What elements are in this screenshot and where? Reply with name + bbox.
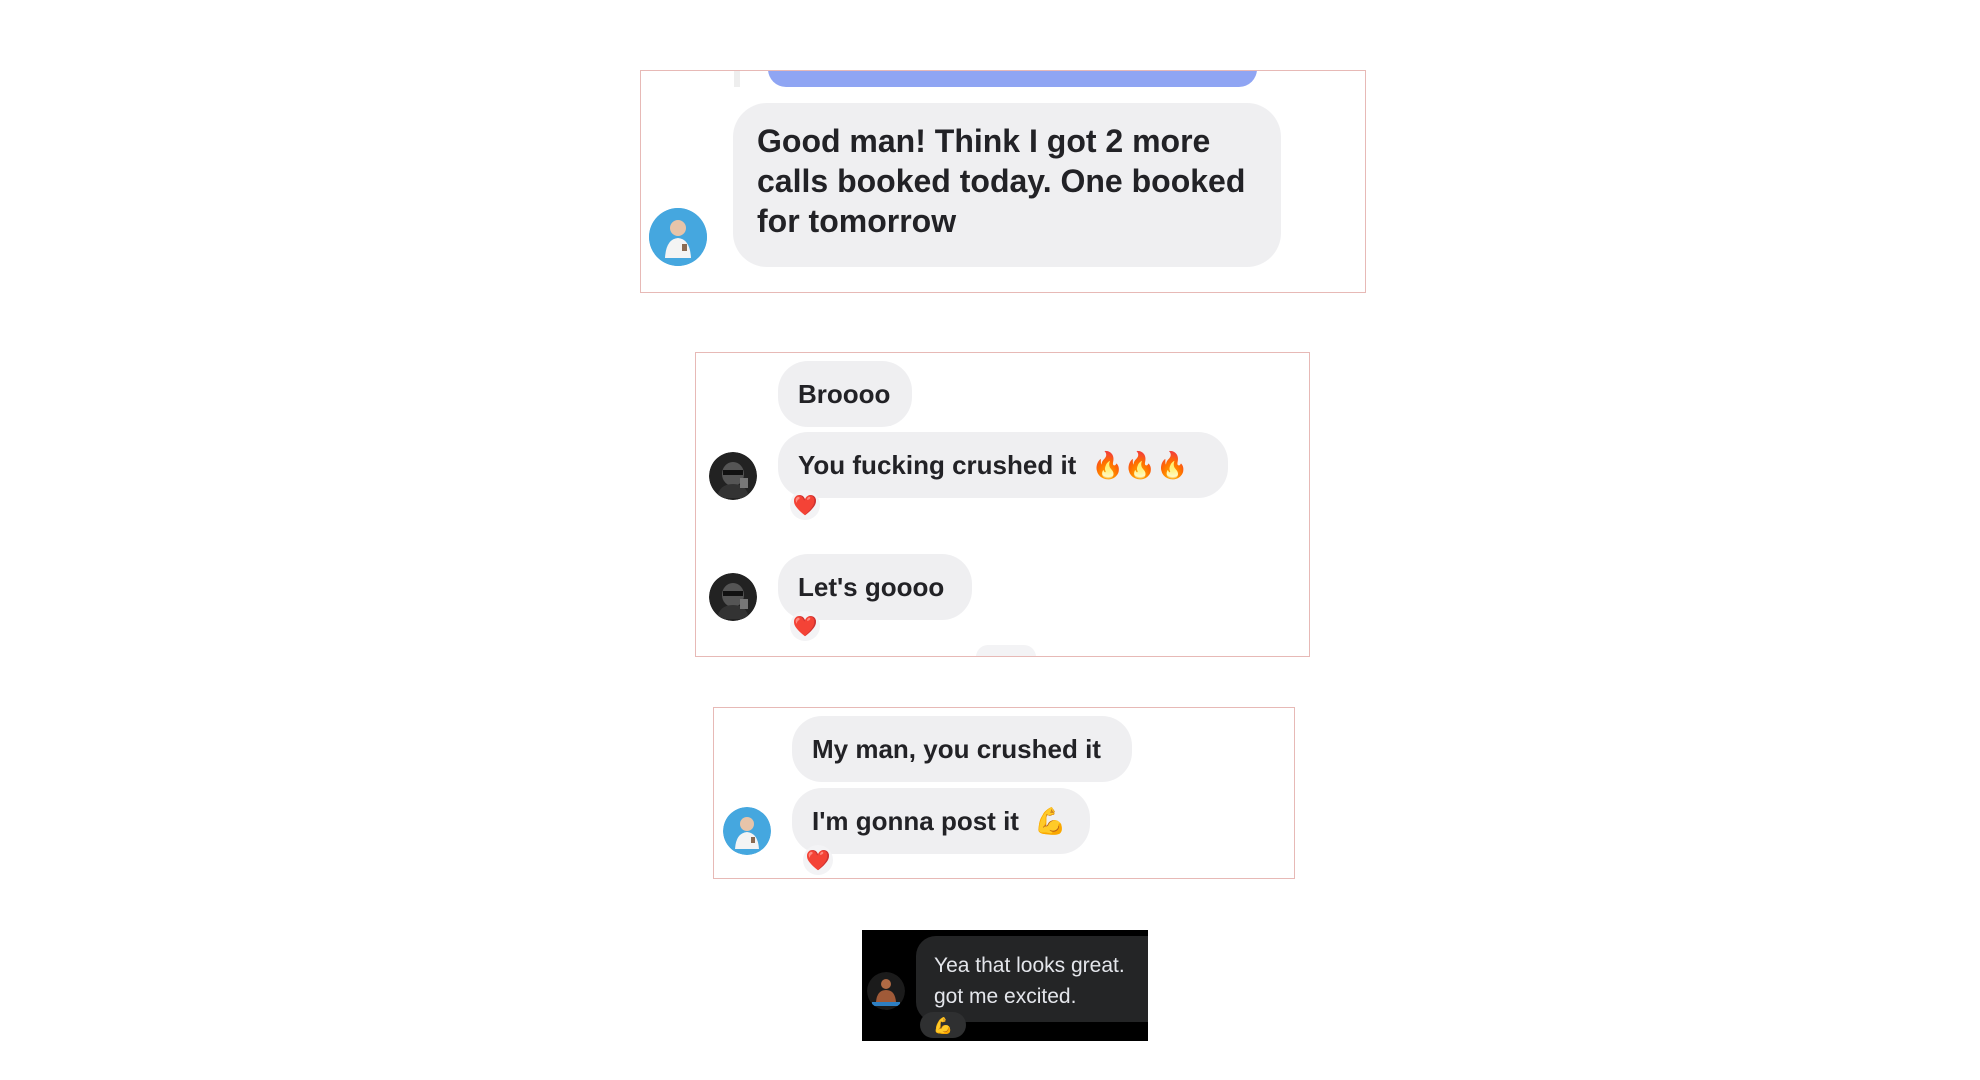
flexed-biceps-reaction-icon[interactable]: 💪: [920, 1012, 966, 1038]
divider-mark: [734, 71, 740, 87]
chat-card-1: Good man! Think I got 2 more calls booke…: [640, 70, 1366, 293]
person-icon: [709, 452, 757, 500]
sent-bubble-edge: [768, 71, 1257, 87]
message-text: You fucking crushed it: [798, 450, 1077, 480]
heart-reaction-icon[interactable]: ❤️: [790, 611, 820, 641]
message-bubble: My man, you crushed it: [792, 716, 1132, 782]
message-text: Broooo: [798, 379, 891, 409]
blue-avatar[interactable]: [723, 807, 771, 855]
dark-avatar[interactable]: [709, 452, 757, 500]
message-text: Good man! Think I got 2 more calls booke…: [757, 123, 1246, 239]
partial-bubble-edge: [976, 645, 1036, 656]
message-bubble: Broooo: [778, 361, 912, 427]
flexed-biceps-icon: 💪: [1034, 807, 1067, 837]
message-text: I'm gonna post it: [812, 806, 1019, 836]
heart-reaction-icon[interactable]: ❤️: [790, 490, 820, 520]
person-icon: [709, 573, 757, 621]
fire-emoji-icon: 🔥🔥🔥: [1091, 451, 1189, 481]
message-line: Yea that looks great.: [934, 954, 1125, 977]
dark-avatar[interactable]: [709, 573, 757, 621]
chat-card-dark: Yea that looks great. got me excited. 💪: [862, 930, 1148, 1041]
chat-card-2: Broooo You fucking crushed it 🔥🔥🔥 ❤️ Let…: [695, 352, 1310, 657]
person-icon: [649, 208, 707, 266]
message-bubble: Let's goooo: [778, 554, 972, 620]
message-line: got me excited.: [934, 985, 1077, 1008]
message-bubble: You fucking crushed it 🔥🔥🔥: [778, 432, 1228, 498]
message-bubble: Yea that looks great. got me excited.: [916, 936, 1148, 1022]
heart-reaction-icon[interactable]: ❤️: [803, 845, 833, 875]
chat-card-3: My man, you crushed it I'm gonna post it…: [713, 707, 1295, 879]
message-text: Let's goooo: [798, 572, 945, 602]
message-bubble: Good man! Think I got 2 more calls booke…: [733, 103, 1281, 267]
message-bubble: I'm gonna post it 💪: [792, 788, 1090, 854]
blue-avatar[interactable]: [649, 208, 707, 266]
message-text: My man, you crushed it: [812, 734, 1101, 764]
person-icon: [867, 972, 905, 1010]
fitness-avatar[interactable]: [867, 972, 905, 1010]
person-icon: [723, 807, 771, 855]
